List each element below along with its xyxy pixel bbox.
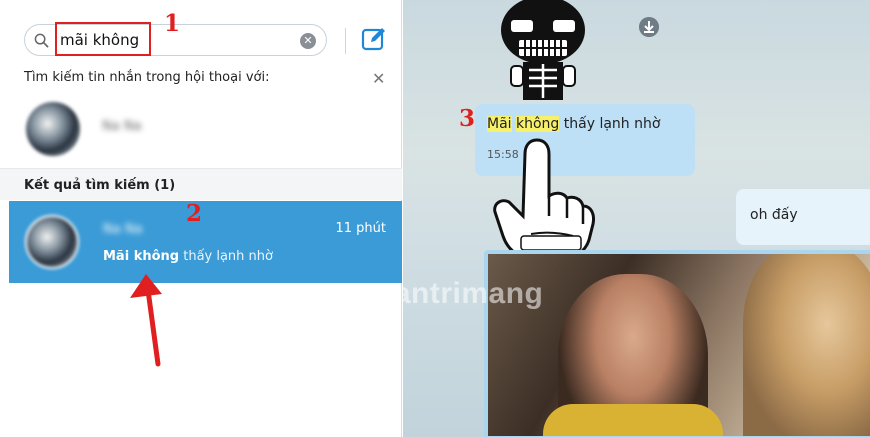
snippet-rest: thấy lạnh nhờ bbox=[179, 249, 273, 264]
highlight-match: không bbox=[516, 116, 560, 132]
gif-media[interactable] bbox=[484, 250, 870, 437]
search-hint: Tìm kiếm tin nhắn trong hội thoại với: bbox=[24, 70, 270, 85]
snippet-match: Mãi không bbox=[103, 249, 180, 264]
annotation-arrow-icon bbox=[130, 274, 162, 367]
divider bbox=[345, 28, 346, 54]
gif-figure bbox=[543, 404, 723, 436]
highlight-match: Mãi bbox=[487, 116, 512, 132]
search-icon bbox=[34, 33, 49, 48]
result-time: 11 phút bbox=[335, 221, 386, 236]
skull-sticker-icon bbox=[501, 0, 585, 100]
contact-name: Na Na bbox=[102, 119, 142, 134]
pointing-hand-icon bbox=[493, 138, 595, 260]
result-snippet: Mãi không thấy lạnh nhờ bbox=[103, 249, 273, 264]
reply-bubble[interactable]: oh đấy bbox=[736, 189, 870, 245]
result-name: Na Na bbox=[103, 222, 143, 237]
gif-figure bbox=[743, 254, 870, 436]
avatar bbox=[26, 102, 80, 156]
conversation-search-panel: mãi không ✕ 1 Tìm kiếm tin nhắn trong hộ… bbox=[0, 0, 402, 437]
results-header: Kết quả tìm kiếm (1) bbox=[0, 168, 402, 200]
search-query[interactable]: mãi không bbox=[60, 31, 139, 49]
annotation-number-2: 2 bbox=[186, 200, 203, 227]
chat-area: 3 Mãi không thấy lạnh nhờ 15:58 oh đấy u… bbox=[403, 0, 870, 437]
annotation-number-3: 3 bbox=[459, 105, 476, 132]
clear-search-icon[interactable]: ✕ bbox=[300, 33, 316, 49]
close-icon[interactable]: ✕ bbox=[372, 69, 385, 88]
message-text: Mãi không thấy lạnh nhờ bbox=[487, 116, 660, 132]
contact-item[interactable]: Na Na bbox=[0, 94, 402, 164]
results-label: Kết quả tìm kiếm (1) bbox=[24, 178, 176, 193]
compose-icon[interactable] bbox=[361, 26, 387, 52]
message-rest: thấy lạnh nhờ bbox=[559, 116, 661, 132]
search-result-item[interactable]: Na Na 11 phút Mãi không thấy lạnh nhờ bbox=[9, 201, 402, 283]
download-icon[interactable] bbox=[639, 17, 659, 37]
reply-text: oh đấy bbox=[750, 207, 798, 223]
avatar bbox=[25, 215, 79, 269]
annotation-number-1: 1 bbox=[164, 10, 181, 37]
